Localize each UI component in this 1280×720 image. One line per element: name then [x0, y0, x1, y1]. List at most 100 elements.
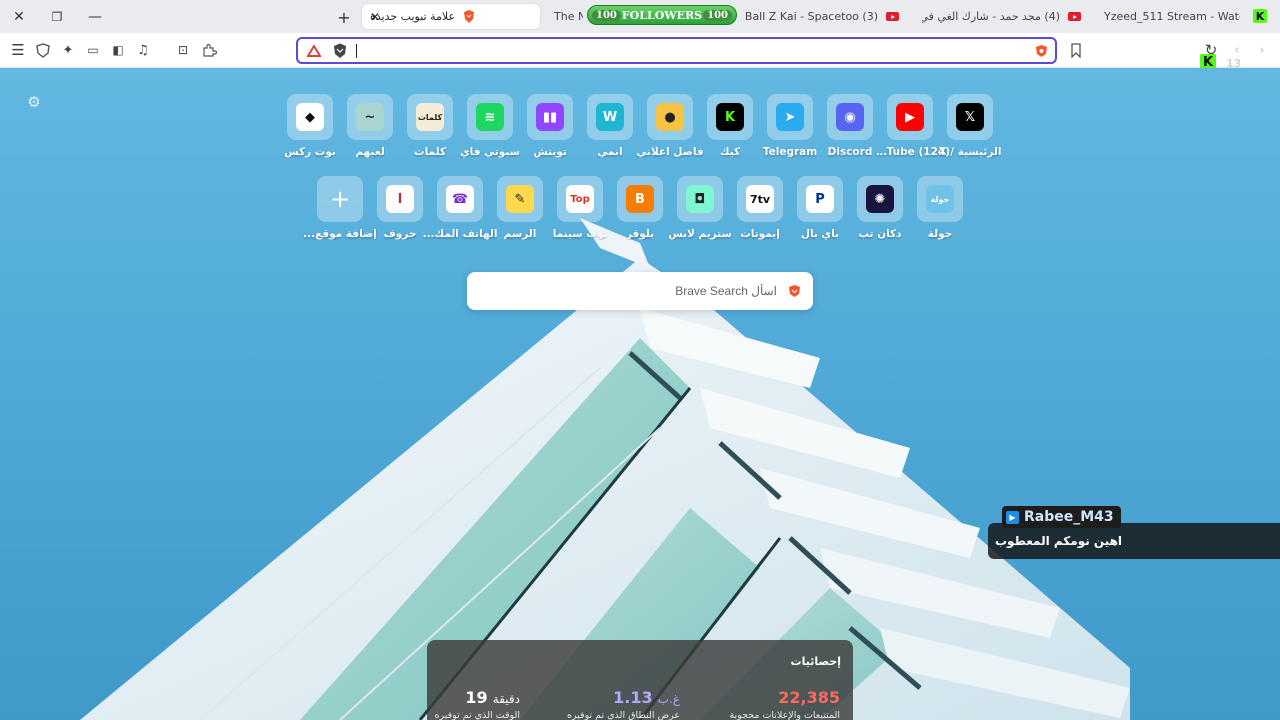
shortcut-tile[interactable]: ☎ الهاتف المك...	[423, 176, 497, 248]
shortcut-label: الهاتف المك...	[422, 228, 498, 240]
shortcut-tile-box[interactable]: ≋	[467, 94, 513, 140]
tab-the-nu[interactable]: The Nu	[546, 4, 591, 29]
menu-icon[interactable]: ☰	[9, 41, 27, 59]
shortcut-tile[interactable]: كلمات كلمات	[400, 94, 460, 166]
tab-dragon-ball[interactable]: (3) Dragon Ball Z Kai - Spacetoo	[737, 4, 907, 29]
shortcut-tile[interactable]: B بلوقر	[610, 176, 670, 248]
shortcut-tile-box[interactable]: P	[797, 176, 843, 222]
shortcut-tile-box[interactable]: ●	[647, 94, 693, 140]
new-tab-page: ⚙ 𝕏الرئيسية / X▶(124) YouTube...◉Discord…	[0, 68, 1280, 720]
phone-icon: ☎	[446, 185, 474, 213]
mascot-icon: ●	[656, 103, 684, 131]
shortcut-tile-box[interactable]: ▶	[887, 94, 933, 140]
shortcut-tile-box[interactable]: 𝕏	[947, 94, 993, 140]
shortcut-tile-box[interactable]: ✺	[857, 176, 903, 222]
address-input[interactable]	[358, 41, 1018, 60]
shortcut-tile[interactable]: ▮▮ تويتش	[520, 94, 580, 166]
shortcut-tile-box[interactable]: W	[587, 94, 633, 140]
shortcut-label: تويتش	[533, 146, 567, 158]
stat-time-saved: 19 دقيقة الوقت الذي تم توفيره	[435, 688, 520, 720]
shortcut-tile[interactable]: ~ لعبهم	[340, 94, 400, 166]
shortcut-tile[interactable]: + إضافة موقع...	[303, 176, 377, 248]
new-tab-icon[interactable]: +	[333, 6, 355, 28]
shortcut-label: كيك	[719, 146, 741, 158]
chat-username: Rabee_M43	[1024, 509, 1114, 525]
shortcut-tile[interactable]: ا حروف	[370, 176, 430, 248]
shortcut-tile[interactable]: ➤ Telegram	[760, 94, 820, 166]
brave-triangle-icon[interactable]	[307, 45, 321, 57]
sidebar-icon[interactable]: ◧	[109, 41, 127, 59]
shortcut-tile-box[interactable]: ✎	[497, 176, 543, 222]
kick-icon: K	[1253, 9, 1267, 23]
shortcut-tile-box[interactable]: Top	[557, 176, 603, 222]
shortcut-tile[interactable]: ◆ بوت ركس	[280, 94, 340, 166]
tab-close-icon[interactable]: ✕	[370, 10, 380, 24]
shortcut-tile[interactable]: ● فاصل اعلاني	[636, 94, 704, 166]
witanime-icon: W	[596, 103, 624, 131]
close-window-icon[interactable]: ✕	[8, 6, 30, 28]
stats-widget: إحصائيات 22,385 المتتبعات والإعلانات محج…	[427, 640, 853, 720]
music-icon[interactable]: ♫	[134, 41, 152, 59]
shortcut-tile-box[interactable]: ◆	[287, 94, 333, 140]
minimize-window-icon[interactable]: —	[84, 6, 106, 28]
shortcut-tile[interactable]: W انمي	[580, 94, 640, 166]
shortcut-tile-box[interactable]: ▮▮	[527, 94, 573, 140]
shortcut-tile[interactable]: Top توب سينما	[550, 176, 610, 248]
tab-majd-hamad[interactable]: (4) مجد حمد - شارك الغي في سـ	[914, 4, 1089, 29]
brave-lion-icon[interactable]	[333, 43, 347, 59]
shortcut-tile[interactable]: K كيك	[700, 94, 760, 166]
shortcut-label: إضافة موقع...	[303, 228, 377, 240]
shortcut-tile-box[interactable]: B	[617, 176, 663, 222]
shortcut-label: انمي	[597, 146, 623, 158]
shortcut-tile[interactable]: ✎ الرسم	[490, 176, 550, 248]
spotify-icon: ≋	[476, 103, 504, 131]
shortcut-tile-box[interactable]: ا	[377, 176, 423, 222]
address-bar[interactable]	[296, 37, 1057, 64]
shortcut-tile-box[interactable]: ~	[347, 94, 393, 140]
shortcut-tile[interactable]: ◉ Discord	[820, 94, 880, 166]
restore-window-icon[interactable]: ❐	[46, 6, 68, 28]
shortcut-label: Telegram	[762, 146, 818, 158]
shortcut-tile-box[interactable]: 7tv	[737, 176, 783, 222]
shortcut-label: دكان تب	[858, 228, 902, 240]
streamlabs-icon: ◘	[686, 185, 714, 213]
screenshot-icon[interactable]: ⊡	[174, 41, 192, 59]
rewards-icon[interactable]: ✦	[59, 41, 77, 59]
shortcut-tile[interactable]: ▶ (124) YouTube...	[870, 94, 950, 166]
brave-shield-icon[interactable]	[34, 41, 52, 59]
tab-new-tab[interactable]: علامة تبويب جديدة ✕	[362, 4, 540, 29]
shortcut-tile[interactable]: ✺ دكان تب	[850, 176, 910, 248]
tab-manager-icon[interactable]: ▭	[84, 41, 102, 59]
shortcut-tile[interactable]: 7tv إيموتات	[730, 176, 790, 248]
stats-title: إحصائيات	[790, 655, 841, 668]
shortcut-label: الرسم	[503, 228, 537, 240]
extensions-icon[interactable]	[200, 41, 218, 59]
shortcut-label: حروف	[383, 228, 417, 240]
shortcut-tile[interactable]: ◘ ستريم لابس	[668, 176, 732, 248]
brave-search-box[interactable]	[467, 272, 813, 310]
settings-gear-icon[interactable]: ⚙	[26, 93, 42, 111]
bookmark-icon[interactable]	[1067, 41, 1085, 59]
shortcut-tile-box[interactable]: ◘	[677, 176, 723, 222]
shortcut-tile[interactable]: ≋ سبوتي فاي	[460, 94, 520, 166]
shortcut-tile-box[interactable]: K	[707, 94, 753, 140]
shortcut-tile-box[interactable]: +	[317, 176, 363, 222]
back-icon[interactable]: ›	[1253, 41, 1271, 59]
discord-icon: ◉	[836, 103, 864, 131]
kick-icon: K	[716, 103, 744, 131]
kalimat-icon: كلمات	[416, 103, 444, 131]
shortcut-tile-box[interactable]: ☎	[437, 176, 483, 222]
followers-left-count: 100	[592, 9, 621, 21]
tab-label: The Nu	[554, 10, 583, 23]
shortcut-label: سبوتي فاي	[460, 146, 520, 158]
brave-shields-icon[interactable]	[1035, 44, 1048, 58]
shortcut-tile[interactable]: P باي بال	[790, 176, 850, 248]
shortcut-tile-box[interactable]: ➤	[767, 94, 813, 140]
dukkan-icon: ✺	[866, 185, 894, 213]
shortcut-tile-box[interactable]: جولة	[917, 176, 963, 222]
shortcut-tile-box[interactable]: ◉	[827, 94, 873, 140]
tab-yzeed-stream[interactable]: Yzeed_511 Stream - Watch Live	[1096, 4, 1248, 29]
shortcut-tile-box[interactable]: كلمات	[407, 94, 453, 140]
shortcut-tile[interactable]: جولة جولة	[910, 176, 970, 248]
search-input[interactable]	[487, 282, 777, 300]
